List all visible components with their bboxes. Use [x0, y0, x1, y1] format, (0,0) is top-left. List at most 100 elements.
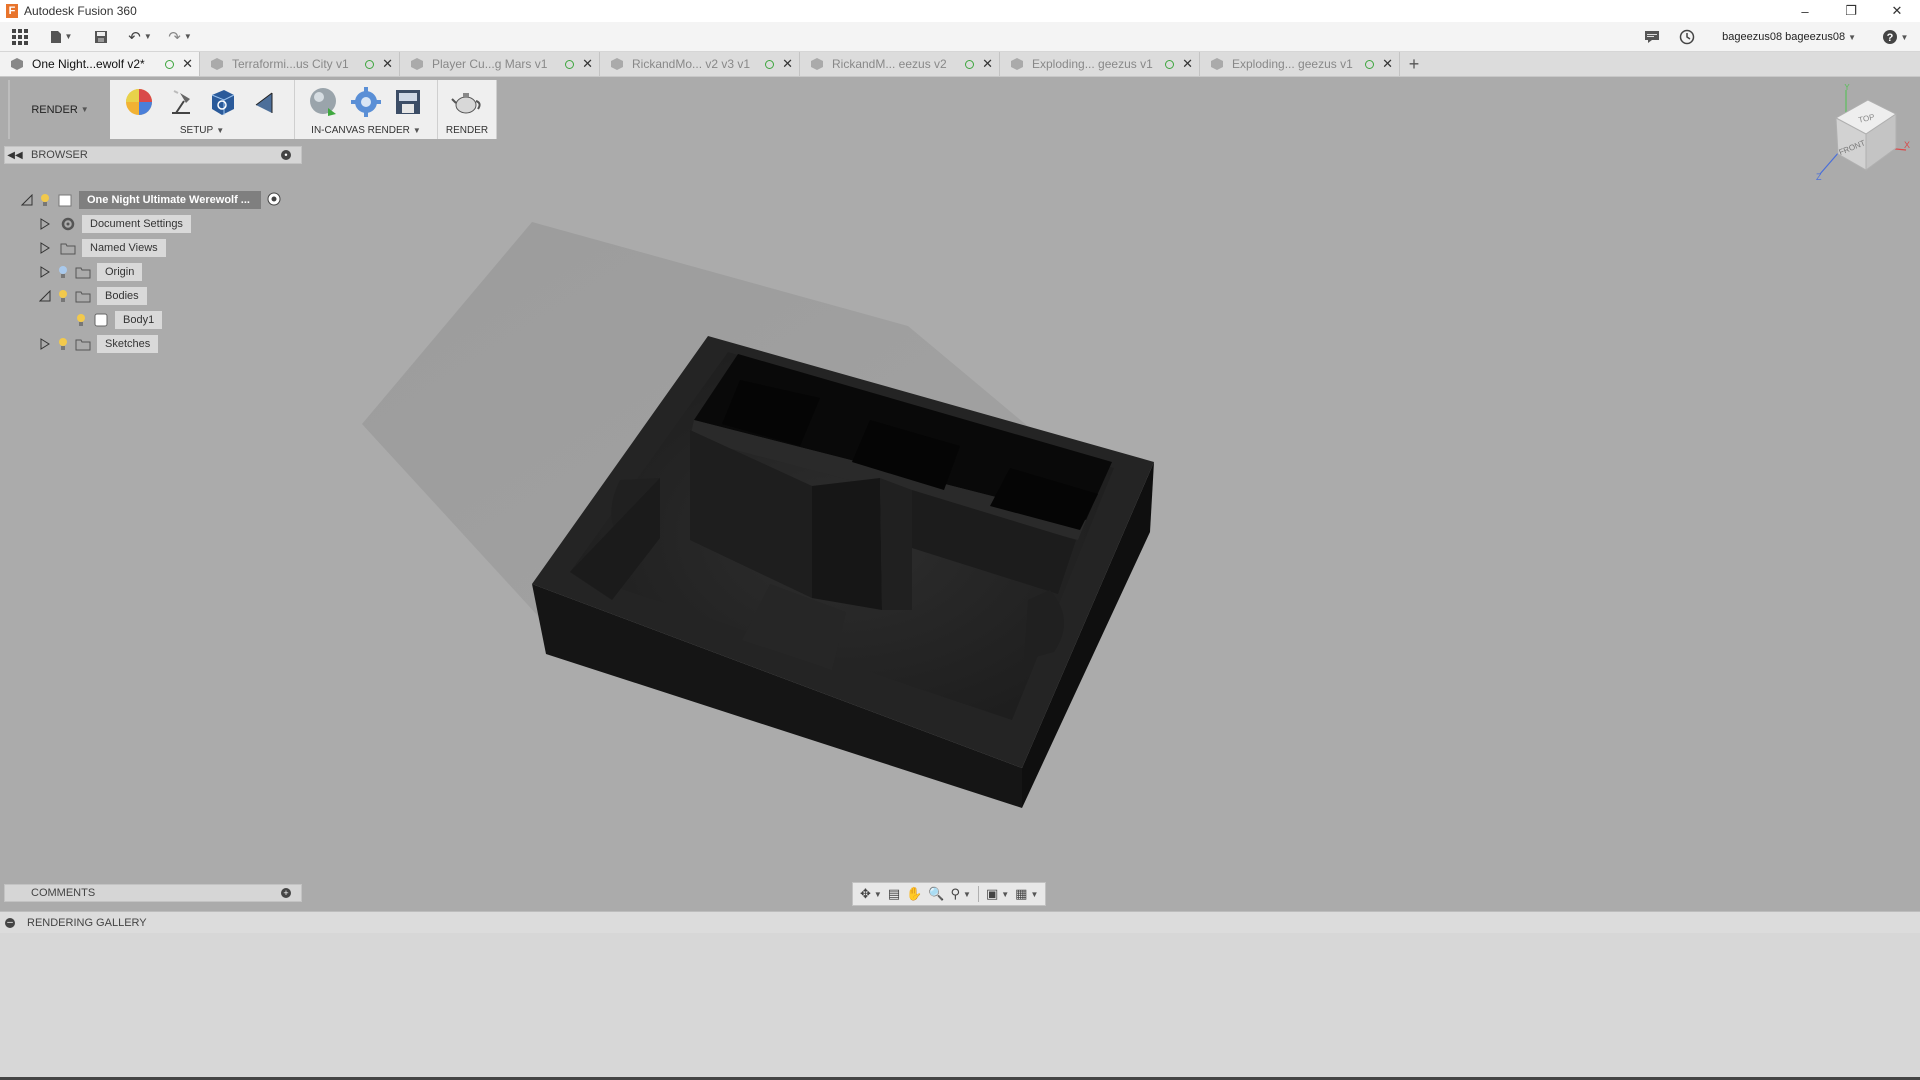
orbit-icon: ✥	[860, 886, 871, 901]
visibility-bulb-icon[interactable]	[56, 288, 70, 304]
scene-settings-tool[interactable]	[164, 85, 198, 119]
browser-panel: ◀◀ BROWSER • One Night Ultimate Werewolf…	[4, 146, 304, 354]
gear-icon	[60, 217, 76, 231]
design-icon	[1211, 58, 1223, 70]
in-canvas-render-tool[interactable]	[307, 85, 341, 119]
tree-item-named-views[interactable]: Named Views	[38, 238, 166, 258]
tree-item-body1[interactable]: Body1	[74, 310, 163, 330]
pan-button[interactable]: ✋	[906, 886, 922, 902]
new-tab-button[interactable]: +	[1400, 52, 1428, 76]
collapse-triangle-icon[interactable]	[38, 289, 52, 303]
orbit-button[interactable]: ✥ ▼	[860, 886, 882, 902]
grid-settings-button[interactable]: ▦ ▼	[1015, 886, 1038, 902]
visibility-bulb-icon[interactable]	[56, 336, 70, 352]
activate-component-icon[interactable]	[267, 192, 281, 209]
message-icon	[1645, 31, 1660, 43]
tree-item-label: Body1	[115, 311, 163, 329]
close-tab-icon[interactable]: ✕	[382, 56, 393, 72]
render-tool[interactable]	[450, 85, 484, 119]
file-menu-button[interactable]: ▼	[40, 22, 82, 52]
close-tab-icon[interactable]: ✕	[182, 56, 193, 72]
collapse-panel-icon[interactable]: ◀◀	[5, 150, 25, 161]
document-tab[interactable]: Exploding... geezus v1 ✕	[1000, 52, 1200, 76]
document-tab[interactable]: Player Cu...g Mars v1 ✕	[400, 52, 600, 76]
tree-item-label: Sketches	[97, 335, 159, 353]
expand-triangle-icon[interactable]	[38, 265, 52, 279]
document-tab[interactable]: RickandM... eezus v2 ✕	[800, 52, 1000, 76]
display-settings-icon: ▣	[985, 886, 999, 901]
texture-map-icon	[211, 90, 235, 115]
folder-icon	[75, 338, 91, 351]
in-canvas-render-menu[interactable]: IN-CANVAS RENDER ▼	[295, 124, 437, 139]
document-tab[interactable]: RickandMo... v2 v3 v1 ✕	[600, 52, 800, 76]
tab-title: One Night...ewolf v2*	[32, 57, 145, 71]
hand-icon: ✋	[906, 886, 923, 901]
notifications-button[interactable]	[1632, 22, 1672, 52]
setup-group: SETUP ▼	[110, 80, 295, 139]
undo-button[interactable]: ↶ ▼	[120, 22, 160, 52]
document-tab[interactable]: Terraformi...us City v1 ✕	[200, 52, 400, 76]
close-tab-icon[interactable]: ✕	[1382, 56, 1393, 72]
tab-title: Exploding... geezus v1	[1032, 57, 1153, 71]
lamp-icon	[172, 90, 190, 114]
window-title: Autodesk Fusion 360	[24, 4, 137, 18]
job-status-button[interactable]	[1672, 22, 1702, 52]
tree-root-component[interactable]: One Night Ultimate Werewolf ...	[20, 190, 281, 210]
save-button[interactable]	[82, 22, 120, 52]
add-comment-icon[interactable]: +	[281, 888, 291, 898]
expand-triangle-icon[interactable]	[38, 217, 52, 231]
tree-item-sketches[interactable]: Sketches	[38, 334, 159, 354]
decal-tool[interactable]	[248, 85, 282, 119]
user-account-menu[interactable]: bageezus08 bageezus08 ▼	[1722, 31, 1856, 43]
collapse-triangle-icon[interactable]	[20, 193, 34, 207]
fit-button[interactable]: ⚲ ▼	[951, 886, 971, 902]
visibility-bulb-icon[interactable]	[74, 312, 88, 328]
redo-button[interactable]: ↷ ▼	[160, 22, 200, 52]
texture-map-tool[interactable]	[206, 85, 240, 119]
root-component-label: One Night Ultimate Werewolf ...	[79, 191, 261, 209]
expand-triangle-icon[interactable]	[38, 337, 52, 351]
tree-item-label: Origin	[97, 263, 143, 281]
visibility-bulb-icon[interactable]	[56, 264, 70, 280]
browser-header[interactable]: ◀◀ BROWSER •	[4, 146, 302, 164]
close-tab-icon[interactable]: ✕	[582, 56, 593, 72]
display-settings-button[interactable]: ▣ ▼	[986, 886, 1009, 902]
capture-image-tool[interactable]	[391, 85, 425, 119]
workspace-switcher[interactable]: RENDER ▼	[8, 80, 110, 139]
setup-menu[interactable]: SETUP ▼	[110, 124, 294, 139]
browser-title: BROWSER	[31, 149, 88, 161]
close-window-button[interactable]: ✕	[1874, 0, 1920, 22]
restore-button[interactable]: ❐	[1828, 0, 1874, 22]
sync-status-icon	[165, 59, 175, 69]
render-settings-tool[interactable]	[349, 85, 383, 119]
sync-status-icon	[765, 59, 775, 69]
tree-item-origin[interactable]: Origin	[38, 262, 143, 282]
tree-item-label: Named Views	[82, 239, 166, 257]
look-at-button[interactable]: ▤	[888, 886, 900, 902]
collapse-gallery-icon[interactable]: –	[5, 917, 15, 928]
document-tab[interactable]: One Night...ewolf v2* ✕	[0, 52, 200, 76]
expand-triangle-icon[interactable]	[38, 241, 52, 255]
tree-item-document-settings[interactable]: Document Settings	[38, 214, 191, 234]
view-cube[interactable]: TOP FRONT Y X Z	[1810, 84, 1910, 184]
close-tab-icon[interactable]: ✕	[782, 56, 793, 72]
zoom-button[interactable]: 🔍	[928, 886, 944, 902]
panel-pin-icon[interactable]: •	[281, 150, 291, 160]
close-tab-icon[interactable]: ✕	[1182, 56, 1193, 72]
close-tab-icon[interactable]: ✕	[982, 56, 993, 72]
plus-icon: +	[1408, 53, 1420, 74]
visibility-bulb-icon[interactable]	[38, 192, 52, 208]
appearance-tool[interactable]	[122, 85, 156, 119]
document-tab[interactable]: Exploding... geezus v1 ✕	[1200, 52, 1400, 76]
render-group: RENDER	[438, 80, 497, 139]
comments-header[interactable]: COMMENTS +	[4, 884, 302, 902]
tree-item-bodies[interactable]: Bodies	[38, 286, 147, 306]
body-icon	[93, 313, 109, 327]
capture-image-icon	[396, 90, 420, 114]
sync-status-icon	[1365, 59, 1375, 69]
minimize-button[interactable]: –	[1782, 0, 1828, 22]
rendering-gallery-header[interactable]: – RENDERING GALLERY	[0, 911, 1920, 933]
data-panel-button[interactable]	[0, 22, 40, 52]
help-button[interactable]: ? ▼	[1878, 22, 1912, 52]
appearance-icon	[126, 89, 152, 115]
